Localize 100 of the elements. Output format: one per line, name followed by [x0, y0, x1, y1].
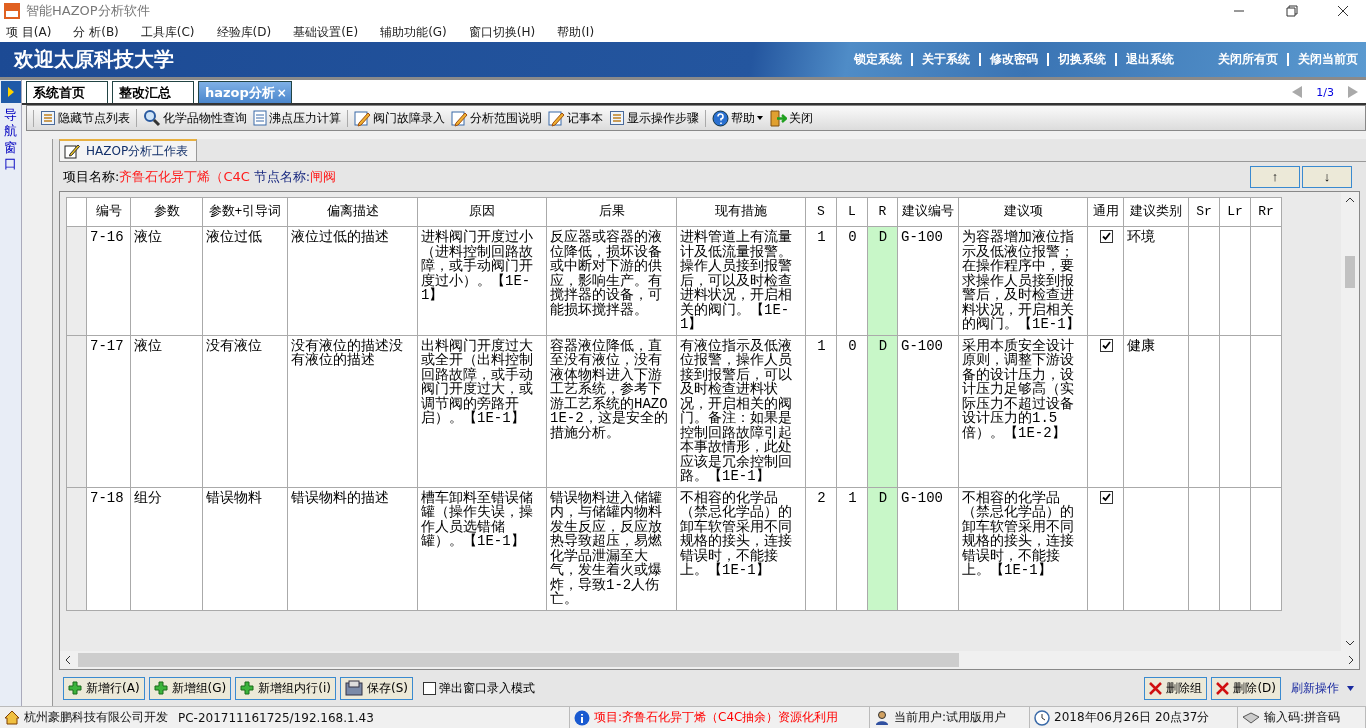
column-header[interactable]: 编号 [86, 197, 131, 227]
row-header[interactable] [66, 226, 87, 335]
menu-item[interactable]: 经验库(D) [216, 23, 272, 41]
menu-item[interactable]: 项 目(A) [6, 23, 52, 41]
note-edit-icon [64, 143, 80, 159]
toolbar-button[interactable]: 隐藏节点列表 [39, 109, 131, 127]
navigation-label[interactable]: 导航窗口 [4, 107, 17, 172]
scroll-down-icon[interactable] [1345, 639, 1355, 647]
save-button[interactable]: 保存(S) [339, 676, 413, 700]
column-header[interactable]: 偏离描述 [287, 197, 418, 227]
column-header[interactable]: 原因 [417, 197, 547, 227]
row-header[interactable] [66, 335, 87, 487]
add-button[interactable]: 新增行(A) [63, 676, 145, 700]
header-link[interactable]: 锁定系统 [854, 51, 902, 68]
tab[interactable]: 整改汇总 [112, 81, 194, 103]
header-link[interactable]: 修改密码 [990, 51, 1038, 68]
scroll-left-icon[interactable] [64, 655, 72, 665]
table-cell: 7-16 [86, 226, 131, 335]
delete-button[interactable]: 删除(D) [1211, 676, 1281, 700]
toolbar-button[interactable]: 帮助 [711, 109, 764, 127]
toolbar-button[interactable]: 显示操作步骤 [608, 109, 700, 127]
column-header[interactable]: 后果 [546, 197, 677, 227]
tab[interactable]: 系统首页 [26, 81, 108, 103]
info-icon [574, 709, 590, 726]
table-cell: G-100 [897, 335, 959, 487]
column-header[interactable]: 现有措施 [676, 197, 806, 227]
row-header[interactable] [66, 487, 87, 610]
column-header[interactable]: 参数+引导词 [202, 197, 288, 227]
menu-item[interactable]: 帮助(I) [557, 23, 595, 41]
column-header[interactable]: Sr [1188, 197, 1220, 227]
refresh-menu[interactable]: 刷新操作 [1291, 679, 1354, 697]
horizontal-scrollbar[interactable] [60, 651, 1359, 669]
table-cell: 错误物料 [202, 487, 288, 610]
status-text: 项目:齐鲁石化异丁烯（C4C抽余）资源化利用 [594, 709, 839, 726]
table-cell: 液位过低的描述 [287, 226, 418, 335]
scroll-thumb[interactable] [1345, 255, 1355, 288]
column-header[interactable]: 建议编号 [897, 197, 959, 227]
save-icon [344, 680, 363, 696]
scroll-up-icon[interactable] [1345, 196, 1355, 204]
header-link[interactable]: 关于系统 [922, 51, 970, 68]
plus-icon [68, 681, 82, 695]
checkbox[interactable] [1099, 490, 1113, 504]
table-cell: 7-17 [86, 335, 131, 487]
table-cell: 没有液位 [202, 335, 288, 487]
worksheet-tab[interactable]: HAZOP分析工作表 [59, 139, 198, 161]
previous-page-icon[interactable] [1292, 86, 1303, 98]
caret-icon [757, 116, 763, 120]
menu-item[interactable]: 工具库(C) [140, 23, 195, 41]
column-header[interactable]: 建议项 [958, 197, 1088, 227]
toolbar-button[interactable]: 沸点压力计算 [252, 109, 342, 127]
table-cell: 环境 [1123, 226, 1189, 335]
table-cell: 进料阀门开度过小（进料控制回路故障，或手动阀门开度过小）。【1E-1】 [417, 226, 547, 335]
table-cell: 液位 [130, 335, 203, 487]
popup-mode-checkbox[interactable]: 弹出窗口录入模式 [422, 679, 535, 697]
scroll-right-icon[interactable] [1347, 655, 1355, 665]
toolbar-button[interactable]: 记事本 [547, 109, 604, 127]
toolbar-button[interactable]: 阀门故障录入 [353, 109, 446, 127]
list-icon [609, 110, 625, 126]
menu-item[interactable]: 辅助功能(G) [380, 23, 447, 41]
vertical-scrollbar[interactable] [1341, 192, 1359, 651]
table-cell: 槽车卸料至错误储罐（操作失误，操作人员选错储罐）。【1E-1】 [417, 487, 547, 610]
table-cell: 出料阀门开度过大或全开（出料控制回路故障，或手动阀门开度过大，或调节阀的旁路开启）。【1E-1】 [417, 335, 547, 487]
welcome-title: 欢迎太原科技大学 [14, 46, 175, 73]
column-header[interactable]: 通用 [1087, 197, 1124, 227]
move-down-button[interactable]: ↓ [1302, 165, 1352, 188]
header-link[interactable]: 关闭所有页 [1218, 51, 1278, 68]
pencil-icon [451, 109, 468, 127]
table-cell: 容器液位降低，直至没有液位，没有液体物料进入下游工艺系统，参考下游工艺系统的HAZO1E-2，这是安全的措施分析。 [546, 335, 677, 487]
add-button[interactable]: 新增组(G) [148, 676, 232, 700]
column-header[interactable]: 建议类别 [1123, 197, 1189, 227]
move-up-button[interactable]: ↑ [1250, 165, 1300, 188]
next-page-icon[interactable] [1348, 86, 1358, 98]
header-link[interactable]: 切换系统 [1058, 51, 1106, 68]
column-header[interactable]: S [805, 197, 837, 227]
page-indicator: 1/3 [1316, 85, 1334, 99]
checkbox[interactable] [1099, 338, 1113, 352]
column-header[interactable]: Rr [1250, 197, 1282, 227]
add-button[interactable]: 新增组内行(i) [235, 676, 336, 700]
column-header[interactable]: R [867, 197, 898, 227]
delete-button[interactable]: 删除组 [1144, 676, 1208, 700]
table-cell: 错误物料的描述 [287, 487, 418, 610]
toolbar-button[interactable]: 分析范围说明 [450, 109, 543, 127]
select-all-cell[interactable] [66, 197, 87, 227]
expand-nav-icon[interactable] [0, 81, 21, 103]
menu-item[interactable]: 基础设置(E) [293, 23, 359, 41]
node-name: 闸阀 [310, 167, 337, 186]
menu-item[interactable]: 窗口切换(H) [468, 23, 536, 41]
menu-item[interactable]: 分 析(B) [73, 23, 119, 41]
column-header[interactable]: Lr [1219, 197, 1251, 227]
toolbar-button[interactable]: 关闭 [768, 109, 814, 127]
column-header[interactable]: L [836, 197, 868, 227]
table-cell: 反应器或容器的液位降低，损坏设备或中断对下游的供应，影响生产。有搅拌器的设备，可能损坏搅拌器。 [546, 226, 677, 335]
header-link[interactable]: 退出系统 [1126, 51, 1174, 68]
document-icon [253, 110, 267, 126]
table-cell: 0 [836, 226, 868, 335]
column-header[interactable]: 参数 [130, 197, 203, 227]
checkbox[interactable] [1099, 230, 1113, 243]
toolbar-button[interactable]: 化学品物性查询 [142, 109, 248, 127]
table-cell: G-100 [897, 226, 959, 335]
node-label: 节点名称: [253, 167, 311, 186]
